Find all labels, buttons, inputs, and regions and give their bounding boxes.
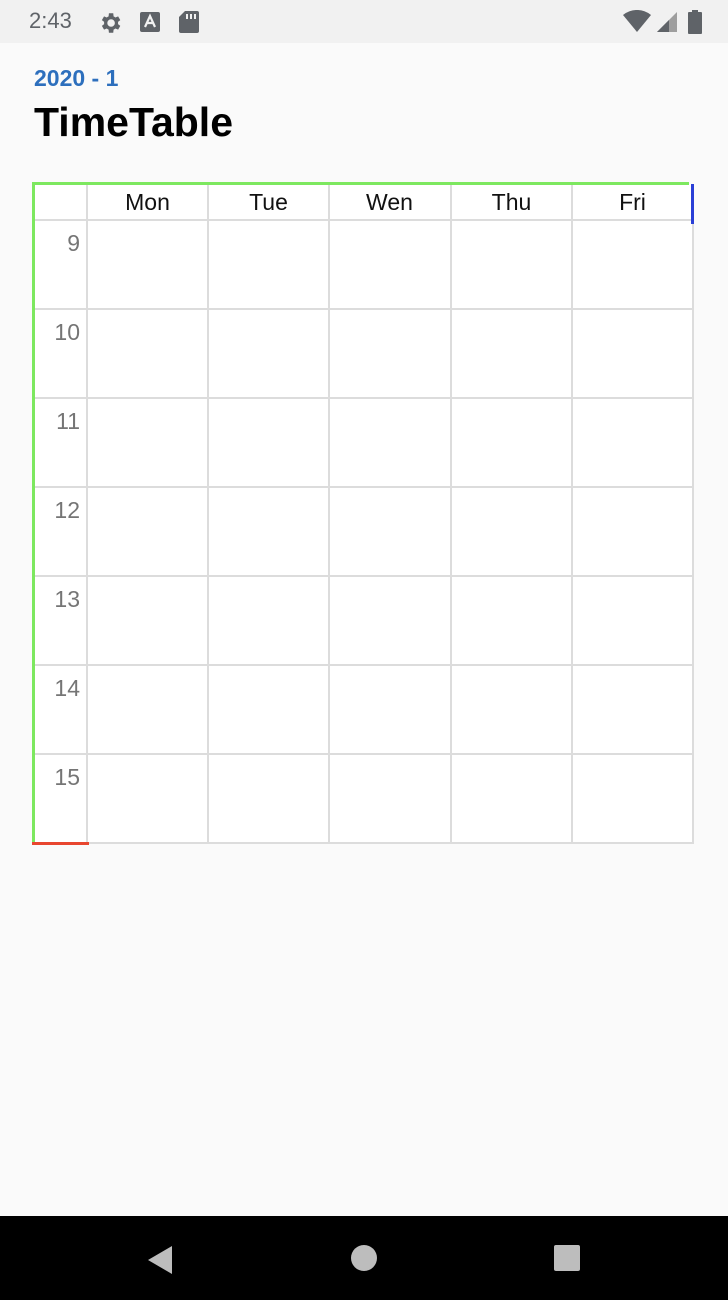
back-icon[interactable] <box>144 1240 184 1280</box>
grid-line <box>207 184 209 844</box>
day-header-wen: Wen <box>366 188 413 215</box>
grid-line <box>34 753 694 755</box>
grid-line <box>34 397 694 399</box>
hour-label-14: 14 <box>54 675 80 701</box>
grid-line <box>571 184 573 844</box>
day-header-thu: Thu <box>491 188 532 215</box>
semester-label[interactable]: 2020 - 1 <box>34 65 118 92</box>
signal-icon <box>655 10 679 39</box>
grid-line <box>34 575 694 577</box>
home-icon[interactable] <box>347 1240 387 1280</box>
hour-label-10: 10 <box>54 319 80 345</box>
day-header-mon: Mon <box>125 188 170 215</box>
hour-label-15: 15 <box>54 764 80 790</box>
grid-background <box>34 184 692 842</box>
keyboard-a-icon <box>139 10 161 39</box>
grid-line <box>34 486 694 488</box>
timetable-grid: Mon Tue Wen Thu Fri 9 10 11 12 13 14 15 <box>32 182 694 845</box>
grid-line <box>86 184 88 844</box>
hour-label-9: 9 <box>67 230 80 256</box>
grid-border-left <box>32 182 35 842</box>
day-header-tue: Tue <box>249 188 288 215</box>
grid-line <box>88 842 694 844</box>
hour-label-12: 12 <box>54 497 80 523</box>
grid-line <box>34 219 694 221</box>
navigation-bar <box>0 1216 728 1300</box>
hour-label-11: 11 <box>56 408 80 434</box>
grid-border-right <box>691 184 694 224</box>
day-header-fri: Fri <box>619 188 646 215</box>
hour-label-13: 13 <box>54 586 80 612</box>
sd-card-icon <box>178 10 200 39</box>
grid-line <box>450 184 452 844</box>
settings-icon <box>97 10 123 41</box>
page-title: TimeTable <box>34 99 233 145</box>
wifi-icon <box>622 9 652 39</box>
recents-icon[interactable] <box>551 1240 591 1280</box>
grid-line <box>34 664 694 666</box>
grid-border-top <box>32 182 689 185</box>
status-time: 2:43 <box>29 8 72 33</box>
grid-border-bottom <box>32 842 89 845</box>
status-bar: 2:43 <box>0 0 728 43</box>
grid-line <box>328 184 330 844</box>
grid-line <box>34 308 694 310</box>
grid-line <box>692 184 694 844</box>
battery-icon <box>688 10 702 39</box>
